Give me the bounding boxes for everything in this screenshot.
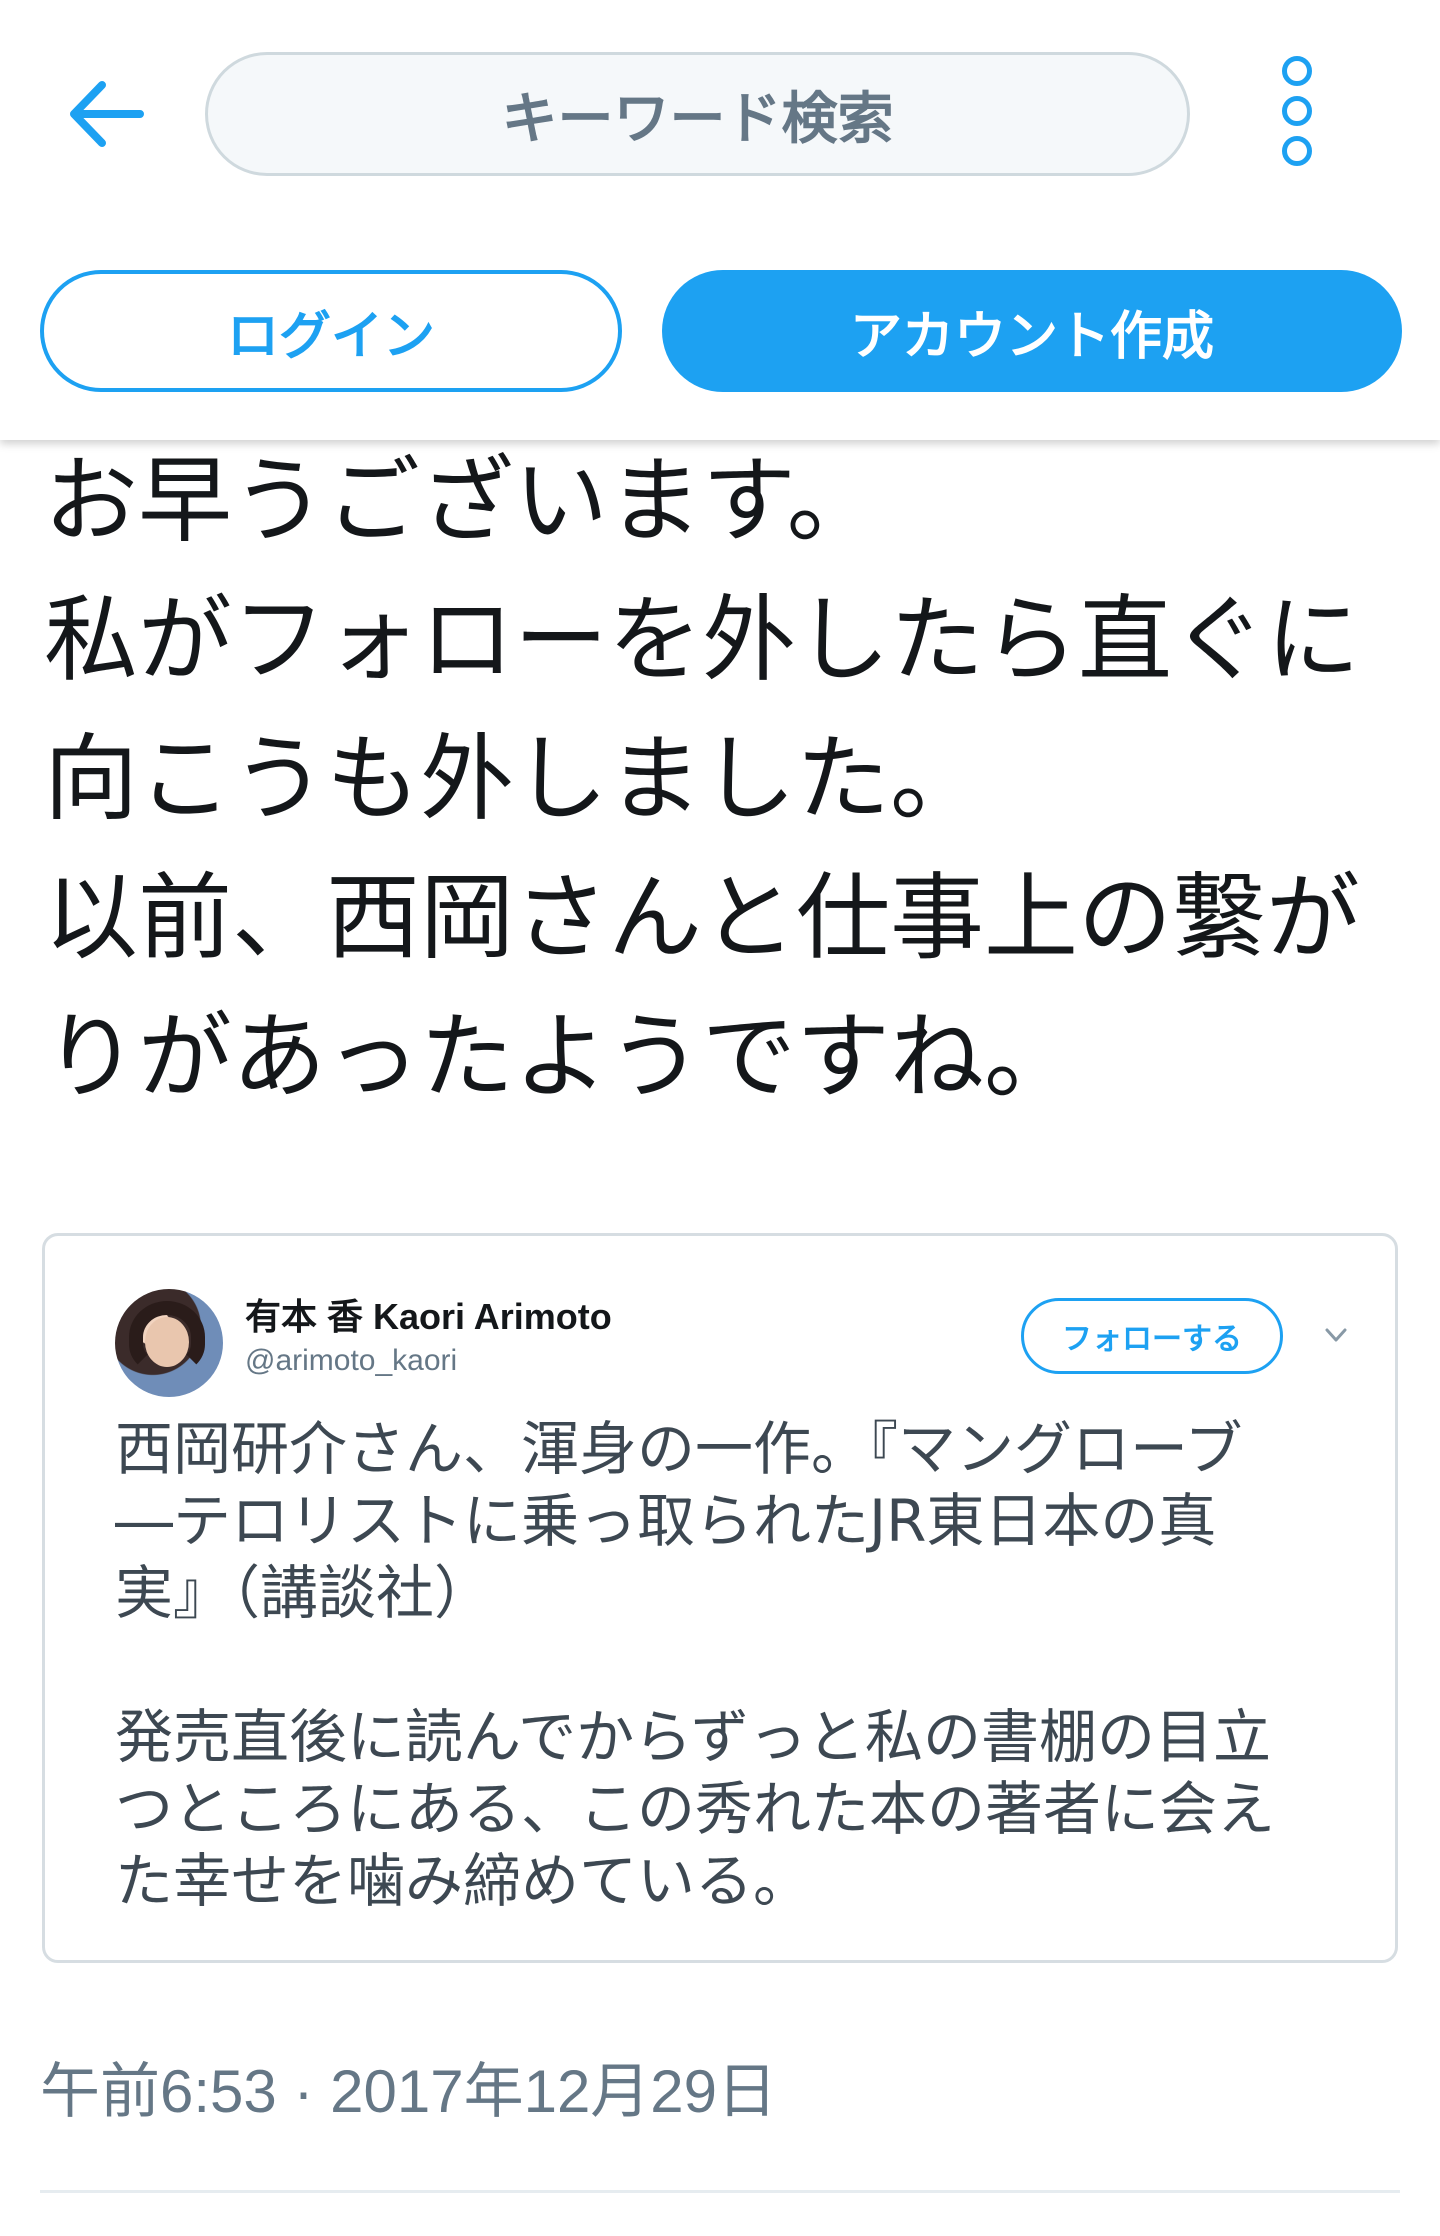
- embedded-tweet-card[interactable]: 有本 香 Kaori Arimoto @arimoto_kaori フォローする…: [42, 1233, 1398, 1963]
- more-vertical-icon: [1282, 56, 1312, 86]
- tweet-text: お早うございます。 私がフォローを外したら直ぐに 向こうも外しました。 以前、西…: [44, 447, 1361, 1112]
- tweet-timestamp[interactable]: 午前6:53 · 2017年12月29日: [40, 2043, 777, 2130]
- embedded-author-handle[interactable]: @arimoto_kaori: [245, 1344, 457, 1378]
- more-options-button[interactable]: [1262, 56, 1332, 166]
- top-bar: キーワード検索 ログイン アカウント作成: [0, 0, 1440, 440]
- more-dot: [1282, 136, 1312, 166]
- back-button[interactable]: [58, 66, 154, 162]
- divider: [40, 2190, 1400, 2193]
- login-button[interactable]: ログイン: [40, 270, 622, 392]
- signup-label: アカウント作成: [849, 306, 1214, 367]
- search-placeholder: キーワード検索: [501, 86, 894, 152]
- signup-button[interactable]: アカウント作成: [662, 270, 1402, 392]
- avatar[interactable]: [115, 1289, 223, 1397]
- login-label: ログイン: [226, 306, 435, 367]
- more-dot: [1282, 96, 1312, 126]
- follow-label: フォローする: [1062, 1322, 1242, 1357]
- page: キーワード検索 ログイン アカウント作成 お早うございます。 私がフォローを外し…: [0, 0, 1440, 2236]
- embedded-tweet-text: 西岡研介さん、渾身の一作。『マングローブ ―テロリストに乗っ取られたJR東日本の…: [115, 1415, 1276, 1915]
- embedded-author-name[interactable]: 有本 香 Kaori Arimoto: [245, 1288, 612, 1340]
- arrow-left-icon: [70, 81, 144, 147]
- search-input[interactable]: キーワード検索: [205, 52, 1190, 176]
- follow-button[interactable]: フォローする: [1021, 1298, 1283, 1374]
- chevron-down-icon[interactable]: [1321, 1320, 1351, 1350]
- avatar-hair: [129, 1301, 205, 1373]
